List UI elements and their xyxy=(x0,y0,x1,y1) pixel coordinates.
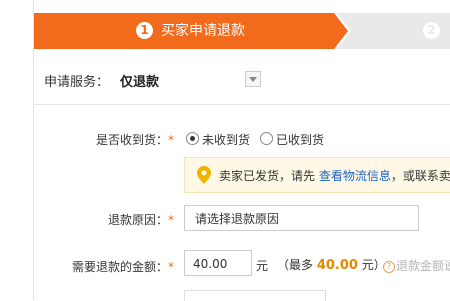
amount-label: 需要退款的金额： xyxy=(71,260,168,274)
refund-reason-select[interactable]: 请选择退款原因 xyxy=(184,205,419,231)
received-label-wrap: 是否收到货：* xyxy=(94,131,174,148)
amount-hint[interactable]: ?退款金额说 xyxy=(383,257,450,274)
required-mark: * xyxy=(168,133,174,147)
service-dropdown-button[interactable] xyxy=(245,71,261,87)
max-amount-value: 40.00 xyxy=(316,258,358,273)
required-mark: * xyxy=(168,213,174,227)
step-1-label: 买家申请退款 xyxy=(161,23,245,39)
radio-not-received[interactable] xyxy=(186,132,199,145)
tip-text-before: 卖家已发货，请先 xyxy=(219,169,319,183)
shipping-tip: 卖家已发货，请先 查看物流信息，或联系卖家 xyxy=(184,157,450,193)
next-field-edge xyxy=(184,290,326,301)
reason-label: 退款原因： xyxy=(107,213,168,227)
view-logistics-link[interactable]: 查看物流信息 xyxy=(319,169,391,183)
reason-label-wrap: 退款原因：* xyxy=(94,211,174,228)
service-value: 仅退款 xyxy=(120,75,160,90)
step-1-number: 1 xyxy=(136,22,153,39)
step-1-arrow xyxy=(334,13,348,49)
radio-received-label[interactable]: 已收到货 xyxy=(276,131,324,148)
amount-hint-text: 退款金额说 xyxy=(396,259,450,273)
service-label: 申请服务： xyxy=(44,75,110,90)
question-icon: ? xyxy=(383,260,395,273)
received-label: 是否收到货： xyxy=(95,133,168,147)
step-2-number: 2 xyxy=(423,22,440,39)
max-suffix: 元） xyxy=(357,258,386,272)
amount-label-wrap: 需要退款的金额：* xyxy=(54,258,174,275)
refund-form-panel: 1 买家申请退款 2 申请服务： 仅退款 是否收到货：* 未收到货 已收到货 卖… xyxy=(33,0,450,301)
max-prefix: （最多 xyxy=(277,258,317,272)
radio-received[interactable] xyxy=(260,132,273,145)
step-bar: 1 买家申请退款 2 xyxy=(34,13,450,49)
required-mark: * xyxy=(168,260,174,274)
location-pin-icon xyxy=(197,166,211,184)
service-row: 申请服务： 仅退款 xyxy=(34,54,450,105)
tip-text: 卖家已发货，请先 查看物流信息，或联系卖家 xyxy=(219,167,450,184)
refund-amount-input[interactable]: 40.00 xyxy=(184,250,252,276)
tip-text-after: ，或联系卖家 xyxy=(390,169,450,183)
max-amount: （最多 40.00 元） xyxy=(277,256,386,273)
radio-not-received-label[interactable]: 未收到货 xyxy=(202,131,250,148)
chevron-down-icon xyxy=(249,77,257,82)
amount-unit: 元 xyxy=(256,259,269,273)
